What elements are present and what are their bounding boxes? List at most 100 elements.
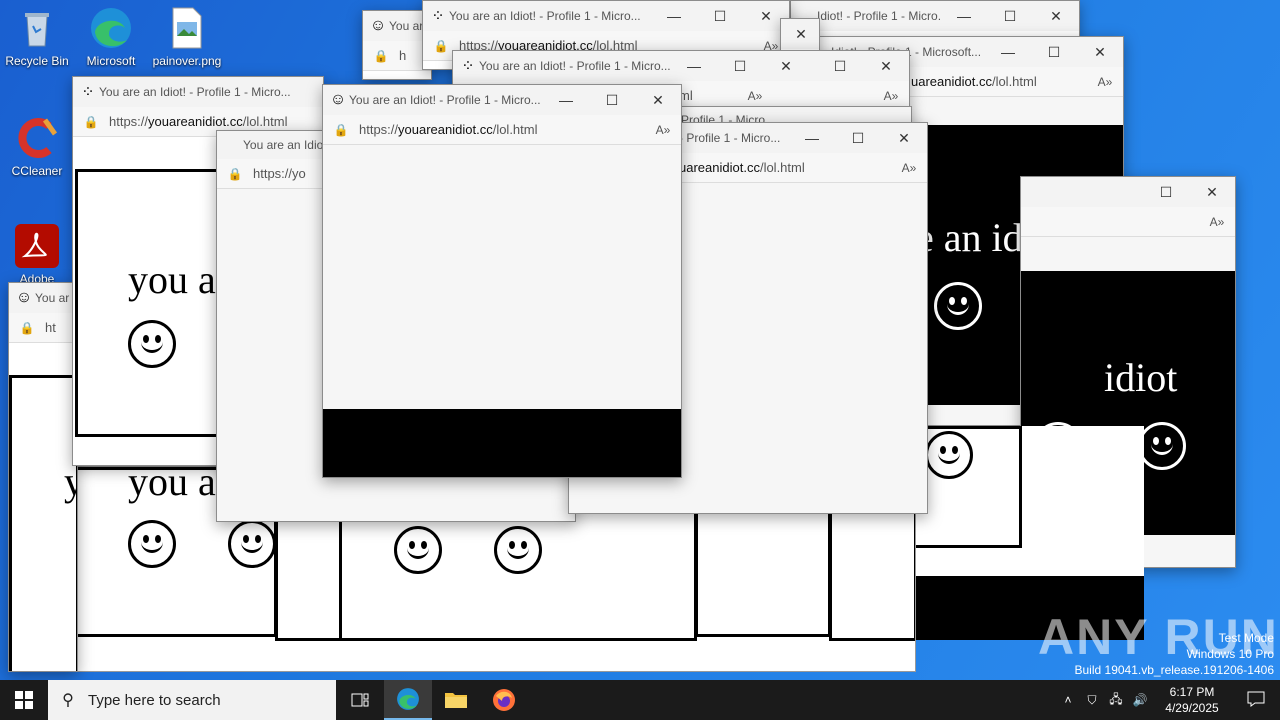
browser-window-active[interactable]: ☺ You are an Idiot! - Profile 1 - Micro.… — [322, 84, 682, 478]
recycle-bin-icon — [15, 6, 59, 50]
maximize-button[interactable]: ☐ — [817, 51, 863, 81]
firefox-icon — [493, 689, 515, 711]
desktop-icon-ccleaner[interactable]: CCleaner — [0, 116, 74, 178]
close-button[interactable]: ✕ — [763, 51, 809, 81]
windows-logo-icon — [15, 691, 33, 709]
search-icon: ⚲ — [62, 692, 74, 709]
address-bar[interactable]: 🔒 ht — [9, 313, 77, 343]
address-bar[interactable]: 🔒 h — [363, 41, 431, 71]
close-button[interactable]: ✕ — [781, 19, 819, 49]
window-title: You are an Idiot! - Profile 1 - Micro... — [449, 9, 641, 23]
minimize-button[interactable]: — — [671, 51, 717, 81]
desktop-icon-painover-png[interactable]: painover.png — [150, 6, 224, 68]
window-titlebar[interactable]: ✕ — [781, 19, 819, 49]
browser-window-bg-right[interactable]: Idiot! - Profile 1 - Micro... — ☐ ✕ — [790, 0, 1080, 40]
maximize-button[interactable]: ☐ — [589, 85, 635, 115]
window-titlebar[interactable]: ⁘ You are an Idiot! - Profile 1 - Micro.… — [73, 77, 323, 107]
shield-icon[interactable]: ⛉ — [1080, 693, 1104, 708]
window-titlebar[interactable]: ☐ ✕ — [1021, 177, 1235, 207]
image-file-icon — [165, 6, 209, 50]
maximize-button[interactable]: ☐ — [835, 123, 881, 153]
idiot-panel: y — [9, 375, 77, 671]
taskbar-clock[interactable]: 6:17 PM 4/29/2025 — [1152, 684, 1232, 716]
read-aloud-icon[interactable]: A» — [1199, 215, 1235, 229]
minimize-button[interactable]: — — [789, 123, 835, 153]
lock-icon: 🔒 — [333, 122, 349, 137]
desktop-icon-label: Recycle Bin — [5, 54, 69, 68]
address-bar[interactable]: A» — [1021, 207, 1235, 237]
maximize-button[interactable]: ☐ — [697, 1, 743, 31]
smiley-icon — [1138, 422, 1186, 470]
read-aloud-icon[interactable]: A» — [873, 89, 909, 103]
taskbar-file-explorer-button[interactable] — [432, 680, 480, 720]
window-titlebar[interactable]: Idiot! - Profile 1 - Micro... — ☐ ✕ — [791, 1, 1079, 31]
window-titlebar[interactable]: ⁘ You are an Idiot! - Profile 1 - Micro.… — [423, 1, 789, 31]
lock-icon: 🔒 — [83, 114, 99, 129]
maximize-button[interactable]: ☐ — [1143, 177, 1189, 207]
taskbar-edge-button[interactable] — [384, 680, 432, 720]
folder-icon — [445, 693, 467, 708]
close-button[interactable]: ✕ — [1077, 37, 1123, 67]
start-button[interactable] — [0, 680, 48, 720]
ccleaner-icon — [15, 116, 59, 160]
address-url[interactable]: https://youareanidiot.cc/lol.html — [359, 122, 645, 137]
read-aloud-icon[interactable]: A» — [891, 161, 927, 175]
network-icon[interactable]: 🖧 — [1104, 690, 1128, 711]
notification-center-button[interactable] — [1232, 691, 1280, 710]
clock-date: 4/29/2025 — [1165, 701, 1219, 715]
desktop-icon-label: CCleaner — [11, 164, 63, 178]
address-url[interactable]: https://youareanidiot.cc/lol.html — [109, 114, 323, 129]
window-titlebar[interactable]: ☺ You are an Idiot! - Profile 1 - Micro.… — [323, 85, 681, 115]
window-title: Idiot! - Profile 1 - Micro... — [817, 9, 941, 23]
read-aloud-icon[interactable]: A» — [737, 89, 773, 103]
desktop-icon-adobe[interactable]: Adobe — [0, 224, 74, 286]
loading-spinner-icon: ⁘ — [431, 8, 445, 25]
idiot-panel — [912, 426, 1022, 548]
close-button[interactable]: ✕ — [1033, 1, 1079, 31]
minimize-button[interactable]: — — [651, 1, 697, 31]
maximize-button[interactable]: ☐ — [1031, 37, 1077, 67]
window-titlebar[interactable]: ☺ You ar — [9, 283, 77, 313]
adobe-acrobat-icon — [15, 224, 59, 268]
lock-icon: 🔒 — [373, 48, 389, 63]
minimize-button[interactable]: — — [543, 85, 589, 115]
desktop-icon-recycle-bin[interactable]: Recycle Bin — [0, 6, 74, 68]
system-tray: ˄ ⛉ 🖧 🔊 6:17 PM 4/29/2025 — [1056, 680, 1280, 720]
desktop-icon-microsoft-edge[interactable]: Microsoft — [74, 6, 148, 68]
window-titlebar[interactable]: ☺ You ar — [363, 11, 431, 41]
page-text: you a — [128, 257, 216, 302]
minimize-button[interactable]: — — [985, 37, 1031, 67]
close-button[interactable]: ✕ — [635, 85, 681, 115]
taskbar-search-box[interactable]: ⚲ Type here to search — [48, 680, 336, 720]
address-url[interactable]: ml — [679, 88, 737, 103]
maximize-button[interactable]: ☐ — [717, 51, 763, 81]
smiley-favicon: ☺ — [369, 17, 387, 34]
read-aloud-icon[interactable]: A» — [1087, 75, 1123, 89]
window-title: You are an Idiot! - Profile 1 - Micro... — [99, 85, 291, 99]
notification-icon — [1247, 691, 1265, 707]
task-view-button[interactable] — [336, 680, 384, 720]
volume-icon[interactable]: 🔊 — [1128, 693, 1152, 707]
desktop: Recycle Bin Microsoft painover.png CClea… — [0, 0, 1280, 680]
edge-icon — [89, 6, 133, 50]
close-button[interactable]: ✕ — [881, 123, 927, 153]
close-button[interactable]: ✕ — [863, 51, 909, 81]
window-title: You are an Idiot! - Profile 1 - Micro... — [349, 93, 541, 107]
read-aloud-icon[interactable]: A» — [645, 123, 681, 137]
anyrun-logo: ANY RUN — [1038, 609, 1279, 665]
chevron-up-icon[interactable]: ˄ — [1056, 693, 1080, 707]
close-button[interactable]: ✕ — [1189, 177, 1235, 207]
maximize-button[interactable]: ☐ — [987, 1, 1033, 31]
window-title: You ar — [35, 291, 70, 305]
search-placeholder: Type here to search — [88, 691, 221, 709]
taskbar-firefox-button[interactable] — [480, 680, 528, 720]
minimize-button[interactable]: — — [941, 1, 987, 31]
address-url[interactable]: uareanidiot.cc/lol.html — [911, 74, 1087, 89]
smiley-icon — [128, 520, 176, 568]
address-url[interactable]: uareanidiot.cc/lol.html — [679, 160, 891, 175]
window-title: - Profile 1 - Micro... — [679, 131, 781, 145]
address-bar[interactable]: 🔒 https://youareanidiot.cc/lol.html A» — [323, 115, 681, 145]
window-titlebar[interactable]: ⁘ You are an Idiot! - Profile 1 - Micro.… — [453, 51, 909, 81]
browser-window-left-edge[interactable]: ☺ You ar 🔒 ht y — [8, 282, 78, 672]
clock-time: 6:17 PM — [1169, 685, 1215, 699]
